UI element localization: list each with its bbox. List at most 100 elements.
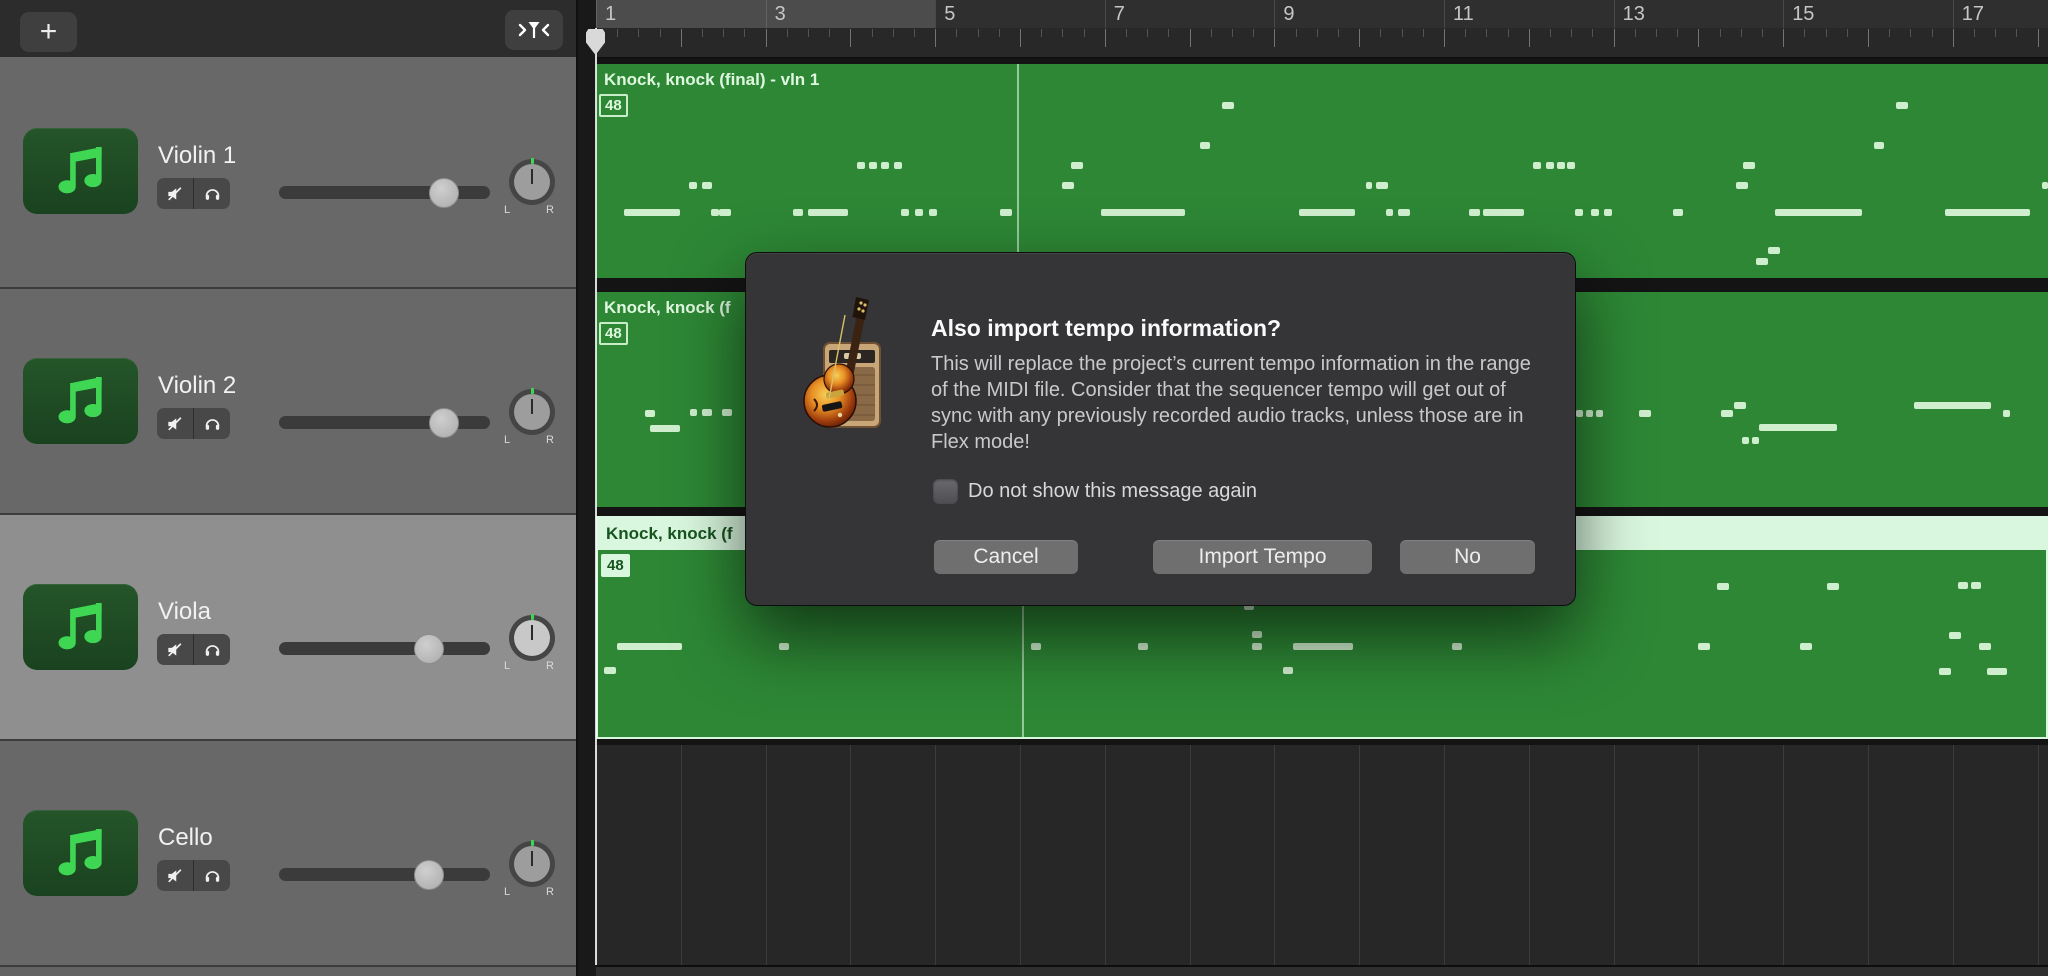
region-label: Knock, knock (f xyxy=(604,298,731,318)
ruler-beat-tick xyxy=(1126,29,1127,37)
ruler-beat-tick xyxy=(1656,29,1657,37)
solo-button[interactable] xyxy=(193,408,230,439)
cancel-button[interactable]: Cancel xyxy=(934,540,1078,574)
headphones-icon xyxy=(203,866,222,885)
do-not-show-checkbox[interactable] xyxy=(933,479,958,504)
track-row-violin-1[interactable]: Violin 1 L R xyxy=(0,57,576,287)
speaker-muted-icon xyxy=(165,640,185,660)
pan-knob[interactable] xyxy=(509,841,555,887)
region-label: Knock, knock (final) - vln 1 xyxy=(604,70,819,90)
volume-knob[interactable] xyxy=(414,860,444,890)
ruler-bar-tick xyxy=(766,29,767,47)
ruler-bar-gridline xyxy=(596,0,597,28)
solo-button[interactable] xyxy=(193,860,230,891)
pan-knob[interactable] xyxy=(509,615,555,661)
track-name: Cello xyxy=(158,824,213,852)
mute-button[interactable] xyxy=(157,408,193,439)
ruler-beat-tick xyxy=(1847,29,1848,37)
dialog-body-text: This will replace the project’s current … xyxy=(931,351,1531,455)
midi-note xyxy=(702,409,712,416)
do-not-show-label: Do not show this message again xyxy=(968,480,1257,503)
speaker-muted-icon xyxy=(165,866,185,886)
import-tempo-dialog: Also import tempo information? This will… xyxy=(745,252,1576,606)
ruler-bar-tick xyxy=(1614,29,1615,47)
lane-bar-gridline xyxy=(1190,745,1191,965)
ruler-beat-tick xyxy=(1932,29,1933,37)
midi-note xyxy=(1386,209,1393,216)
ruler-beat-tick xyxy=(893,29,894,37)
ruler-bar-tick xyxy=(1868,29,1869,47)
panel-bottom-strip xyxy=(0,965,576,976)
ruler-beat-tick xyxy=(1147,29,1148,37)
midi-note xyxy=(1000,209,1012,216)
midi-note xyxy=(2042,182,2048,189)
track-name: Violin 1 xyxy=(158,142,236,170)
no-button[interactable]: No xyxy=(1400,540,1535,574)
track-filter-button[interactable] xyxy=(505,10,563,50)
track-instrument-icon[interactable] xyxy=(23,810,138,896)
ruler-bar-tick xyxy=(1190,29,1191,47)
midi-note xyxy=(1252,643,1262,650)
volume-slider[interactable] xyxy=(279,416,490,429)
lane-bar-gridline xyxy=(1529,745,1530,965)
ruler-bar-number: 7 xyxy=(1114,3,1125,26)
volume-knob[interactable] xyxy=(429,408,459,438)
track-instrument-icon[interactable] xyxy=(23,358,138,444)
playhead-line[interactable] xyxy=(595,28,597,965)
ruler-beat-tick xyxy=(1296,29,1297,37)
music-note-icon xyxy=(51,141,111,201)
ruler-bar-number: 13 xyxy=(1623,3,1645,26)
midi-note xyxy=(2003,410,2010,417)
ruler-beat-tick xyxy=(1317,29,1318,37)
mute-button[interactable] xyxy=(157,860,193,891)
ruler-bar-gridline xyxy=(935,0,936,28)
midi-note xyxy=(1717,583,1729,590)
mute-button[interactable] xyxy=(157,178,193,209)
midi-region-violin-1[interactable]: Knock, knock (final) - vln 1 48 xyxy=(596,64,2048,278)
midi-note xyxy=(1945,209,2030,216)
midi-note xyxy=(1283,667,1293,674)
mute-solo-group xyxy=(157,634,230,665)
ruler-beat-tick xyxy=(1041,29,1042,37)
volume-knob[interactable] xyxy=(414,634,444,664)
lane-bar-gridline xyxy=(1359,745,1360,965)
track-row-viola[interactable]: Viola L R xyxy=(0,513,576,741)
midi-note xyxy=(1452,643,1462,650)
track-header-panel: + Violin 1 xyxy=(0,0,578,976)
midi-note xyxy=(894,162,902,169)
volume-slider[interactable] xyxy=(279,642,490,655)
timeline-ruler[interactable]: 1357911131517 xyxy=(596,0,2048,57)
ruler-beat-tick xyxy=(1826,29,1827,37)
track-instrument-icon[interactable] xyxy=(23,584,138,670)
ruler-bar-number: 1 xyxy=(605,3,616,26)
ruler-beat-tick xyxy=(1974,29,1975,37)
midi-note xyxy=(1698,643,1710,650)
volume-slider[interactable] xyxy=(279,186,490,199)
mute-button[interactable] xyxy=(157,634,193,665)
empty-track-lane-cello[interactable] xyxy=(596,745,2048,967)
midi-note xyxy=(1546,162,1554,169)
ruler-beat-tick xyxy=(660,29,661,37)
solo-button[interactable] xyxy=(193,178,230,209)
solo-button[interactable] xyxy=(193,634,230,665)
headphones-icon xyxy=(203,640,222,659)
ruler-beat-tick xyxy=(1550,29,1551,37)
music-note-icon xyxy=(51,597,111,657)
volume-slider[interactable] xyxy=(279,868,490,881)
midi-note xyxy=(1827,583,1839,590)
ruler-beat-tick xyxy=(1402,29,1403,37)
volume-knob[interactable] xyxy=(429,178,459,208)
ruler-bar-tick xyxy=(1359,29,1360,47)
lane-bar-gridline xyxy=(1868,745,1869,965)
midi-note xyxy=(1062,182,1074,189)
pan-knob[interactable] xyxy=(509,159,555,205)
add-track-button[interactable]: + xyxy=(20,12,77,52)
midi-note xyxy=(1557,162,1565,169)
speaker-muted-icon xyxy=(165,184,185,204)
pan-knob[interactable] xyxy=(509,389,555,435)
track-row-violin-2[interactable]: Violin 2 L R xyxy=(0,287,576,515)
ruler-bar-gridline xyxy=(1783,0,1784,28)
import-tempo-button[interactable]: Import Tempo xyxy=(1153,540,1372,574)
track-instrument-icon[interactable] xyxy=(23,128,138,214)
track-row-cello[interactable]: Cello L R xyxy=(0,739,576,967)
